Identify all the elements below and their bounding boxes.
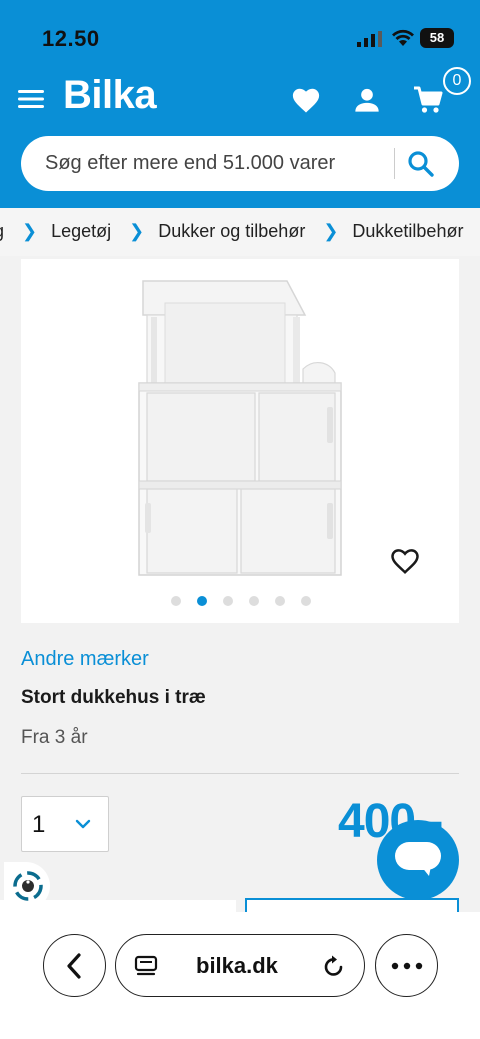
gallery-dot[interactable]: [275, 596, 285, 606]
more-options-button[interactable]: [375, 934, 438, 997]
breadcrumb-item-dukketilbehor[interactable]: Dukketilbehør: [352, 221, 463, 242]
cellular-signal-icon: [357, 31, 382, 47]
status-time: 12.50: [42, 26, 100, 51]
address-bar[interactable]: bilka.dk: [115, 934, 365, 997]
search-divider: [394, 148, 395, 179]
product-title: Stort dukkehus i træ: [21, 687, 206, 708]
chat-button[interactable]: [377, 820, 459, 900]
breadcrumb-item[interactable]: g: [0, 221, 4, 242]
user-icon[interactable]: [353, 86, 381, 114]
breadcrumb-item-legetoj[interactable]: Legetøj: [51, 221, 111, 242]
accessibility-button[interactable]: [4, 862, 50, 910]
gallery-dot[interactable]: [249, 596, 259, 606]
reload-icon[interactable]: [321, 953, 347, 979]
menu-icon[interactable]: [18, 88, 44, 110]
chat-icon: [395, 842, 441, 870]
product-age: Fra 3 år: [21, 727, 88, 748]
back-button[interactable]: [43, 934, 106, 997]
favorite-heart-icon[interactable]: [390, 547, 420, 575]
gallery-dot[interactable]: [301, 596, 311, 606]
chat-icon-tail: [421, 866, 431, 876]
header: 12.50 58 Bilka 0: [0, 0, 480, 208]
battery-indicator: 58: [420, 28, 454, 48]
search-input[interactable]: [45, 136, 385, 191]
chevron-right-icon: ❯: [129, 221, 145, 241]
divider: [21, 773, 459, 774]
browser-toolbar: bilka.dk: [0, 912, 480, 1039]
gallery-pagination: [171, 596, 311, 606]
chevron-right-icon: ❯: [22, 221, 38, 241]
url-text: bilka.dk: [196, 953, 278, 978]
cart-count-badge[interactable]: 0: [443, 67, 471, 95]
bilka-logo[interactable]: Bilka: [63, 73, 157, 118]
chevron-right-icon: ❯: [323, 221, 339, 241]
breadcrumb-item-dukker[interactable]: Dukker og tilbehør: [158, 221, 305, 242]
tab-overview-icon: [134, 955, 158, 976]
search-bar: [21, 136, 459, 191]
chevron-left-icon: [67, 953, 81, 979]
product-image-gallery[interactable]: [21, 259, 459, 623]
status-bar: 12.50 58: [0, 0, 480, 70]
wifi-icon: [392, 29, 414, 46]
breadcrumb: g ❯ Legetøj ❯ Dukker og tilbehør ❯ Dukke…: [0, 208, 480, 256]
product-brand-link[interactable]: Andre mærker: [21, 648, 149, 671]
search-icon[interactable]: [406, 149, 436, 179]
chevron-down-icon: [75, 819, 91, 829]
product-image: [138, 280, 342, 576]
gallery-dot[interactable]: [171, 596, 181, 606]
quantity-value: 1: [32, 811, 46, 838]
gallery-dot[interactable]: [223, 596, 233, 606]
heart-icon[interactable]: [291, 86, 321, 114]
gallery-dot-active[interactable]: [197, 596, 207, 606]
quantity-select[interactable]: 1: [21, 796, 109, 852]
ellipsis-icon: [391, 962, 423, 970]
cart-icon[interactable]: [412, 84, 444, 116]
accessibility-icon: [13, 871, 43, 901]
